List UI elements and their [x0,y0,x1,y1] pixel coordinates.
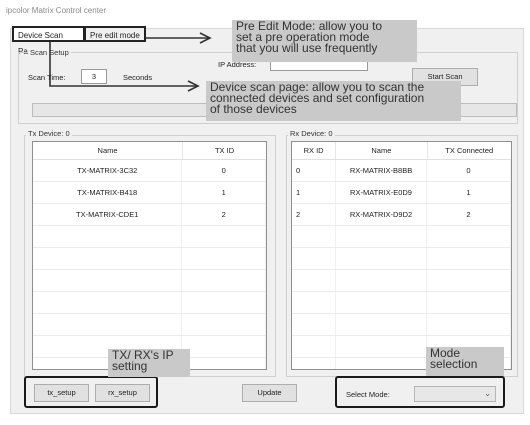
arrow-to-device-scan-icon [49,42,198,87]
annotation-arrows [49,32,212,92]
